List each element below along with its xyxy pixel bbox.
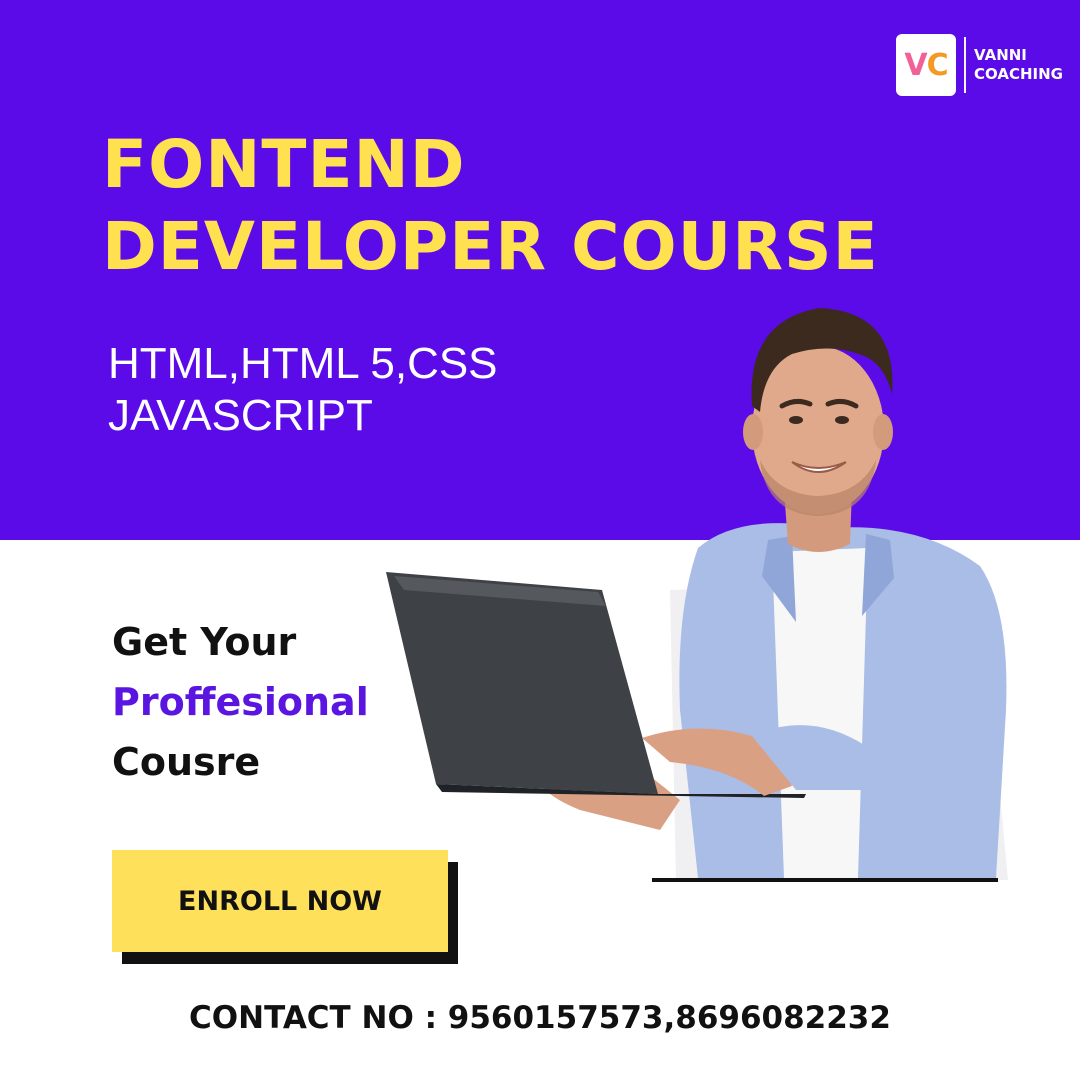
tagline: Get Your Proffesional Cousre	[112, 612, 369, 792]
brand-logo[interactable]: VC VANNI COACHING	[896, 34, 1063, 96]
tagline-line2: Proffesional	[112, 680, 369, 724]
promo-poster: VC VANNI COACHING FONTEND DEVELOPER COUR…	[0, 0, 1080, 1080]
enroll-now-button[interactable]: ENROLL NOW	[112, 850, 448, 952]
tagline-line1: Get Your	[112, 620, 297, 664]
course-title-line1: FONTEND	[102, 126, 466, 203]
contact-numbers: CONTACT NO : 9560157573,8696082232	[189, 1000, 891, 1036]
logo-name-line2: COACHING	[974, 65, 1063, 83]
ground-line	[652, 878, 998, 882]
enroll-cta: ENROLL NOW	[112, 850, 458, 966]
person-with-laptop-icon	[386, 308, 1008, 882]
logo-letter-c: C	[926, 47, 949, 83]
tagline-line3: Cousre	[112, 740, 261, 784]
logo-badge: VC	[896, 34, 956, 96]
course-title: FONTEND DEVELOPER COURSE	[102, 124, 879, 288]
logo-name-line1: VANNI	[974, 46, 1027, 64]
course-title-line2: DEVELOPER COURSE	[102, 208, 879, 285]
logo-letter-v: V	[904, 47, 927, 83]
logo-wordmark: VANNI COACHING	[974, 46, 1063, 84]
logo-divider	[964, 37, 966, 93]
